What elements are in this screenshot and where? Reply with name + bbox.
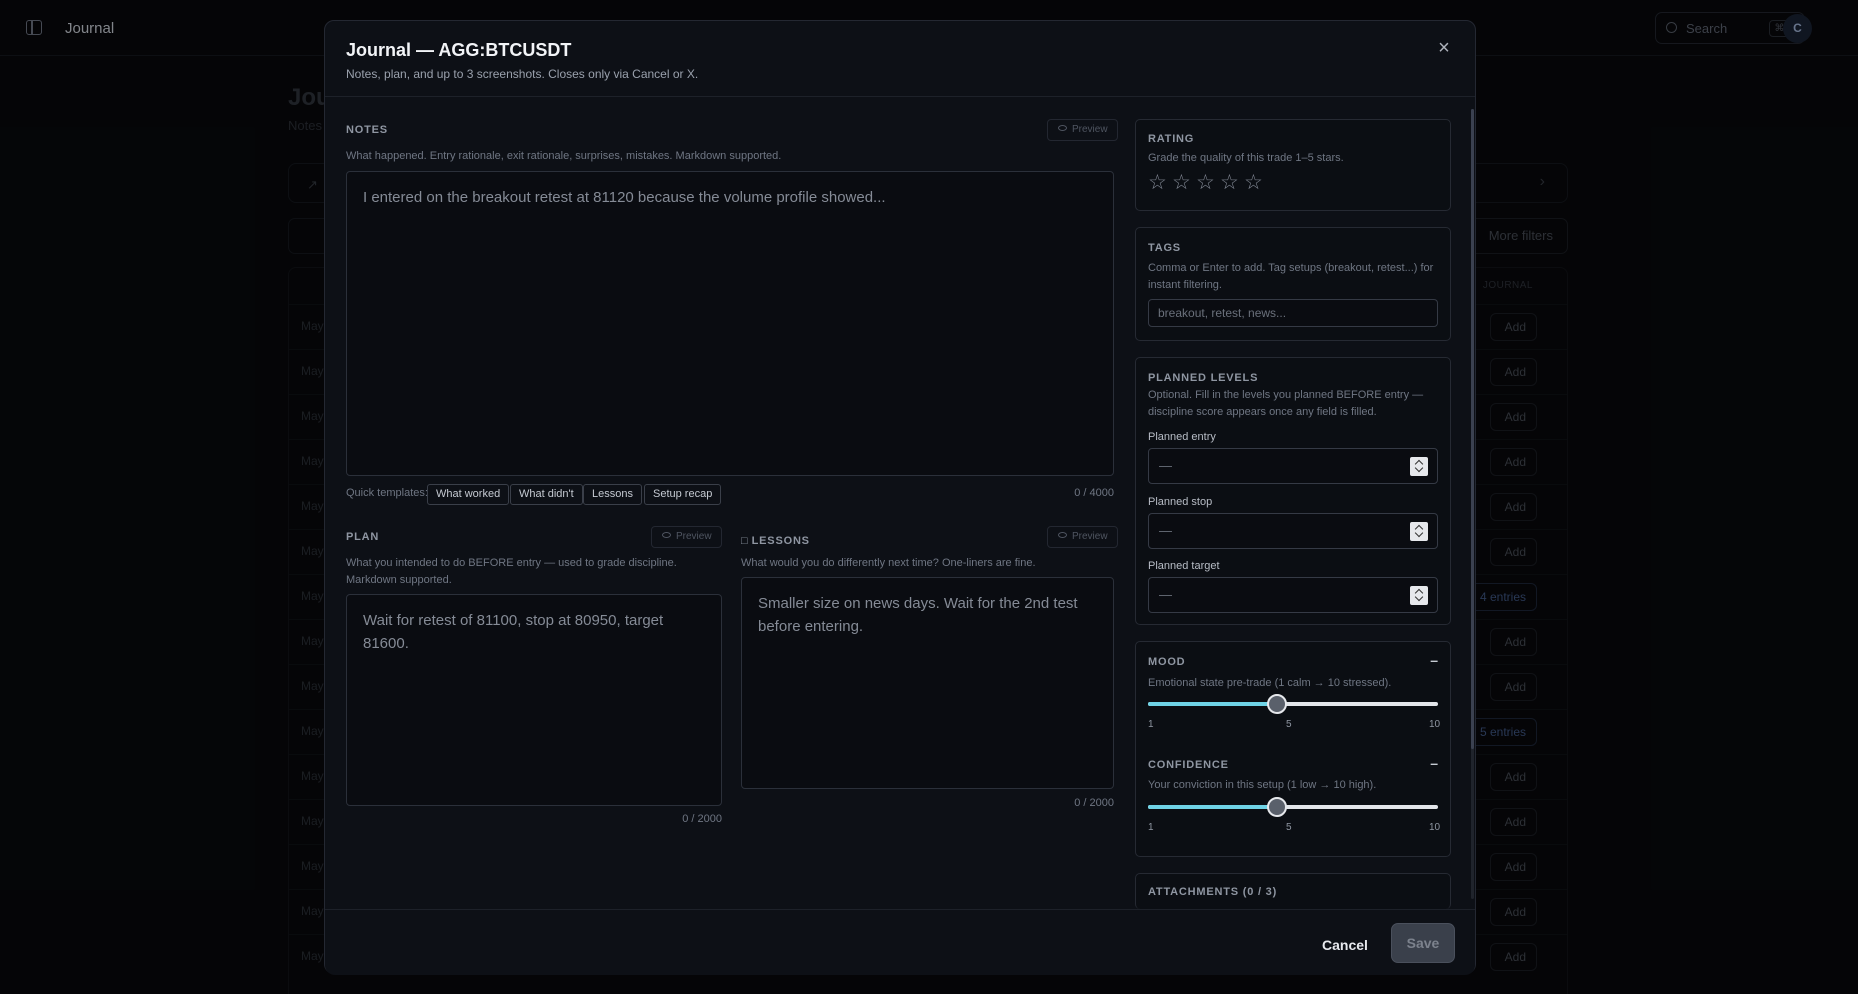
rating-label: RATING bbox=[1148, 133, 1195, 145]
quick-templates-label: Quick templates: bbox=[346, 487, 428, 499]
planned-entry-placeholder: — bbox=[1159, 458, 1172, 473]
lessons-header: □ LESSONS bbox=[741, 531, 810, 549]
tags-card: TAGS Comma or Enter to add. Tag setups (… bbox=[1135, 227, 1451, 341]
confidence-slider-fill bbox=[1148, 805, 1277, 809]
lessons-counter: 0 / 2000 bbox=[1074, 797, 1114, 809]
modal-scrollbar[interactable] bbox=[1471, 109, 1474, 899]
planned-stop-input[interactable]: — bbox=[1148, 513, 1438, 549]
plan-textarea[interactable] bbox=[346, 594, 722, 806]
tags-label: TAGS bbox=[1148, 242, 1181, 254]
tags-help: Comma or Enter to add. Tag setups (break… bbox=[1148, 262, 1434, 291]
eye-icon bbox=[662, 532, 671, 539]
planned-target-input[interactable]: — bbox=[1148, 577, 1438, 613]
mood-slider-thumb[interactable] bbox=[1266, 694, 1287, 714]
rating-help: Grade the quality of this trade 1–5 star… bbox=[1148, 152, 1344, 164]
attachments-card: ATTACHMENTS (0 / 3) bbox=[1135, 873, 1451, 909]
confidence-slider-thumb[interactable] bbox=[1266, 797, 1287, 817]
template-what-worked-button[interactable]: What worked bbox=[427, 484, 510, 505]
modal-scrollbar-thumb[interactable] bbox=[1471, 109, 1474, 749]
planned-stop-placeholder: — bbox=[1159, 523, 1172, 538]
planned-levels-label: PLANNED LEVELS bbox=[1148, 372, 1259, 384]
confidence-label: CONFIDENCE bbox=[1148, 759, 1229, 771]
notes-counter: 0 / 4000 bbox=[1074, 487, 1114, 499]
planned-levels-card: PLANNED LEVELS Optional. Fill in the lev… bbox=[1135, 357, 1451, 625]
modal-subtitle: Notes, plan, and up to 3 screenshots. Cl… bbox=[346, 67, 699, 81]
mood-slider-fill bbox=[1148, 702, 1277, 706]
notes-help: What happened. Entry rationale, exit rat… bbox=[346, 150, 782, 162]
modal-header: Journal — AGG:BTCUSDT Notes, plan, and u… bbox=[325, 21, 1475, 97]
lessons-label: LESSONS bbox=[751, 535, 810, 547]
notes-label: NOTES bbox=[346, 124, 388, 136]
tags-input[interactable] bbox=[1148, 299, 1438, 327]
close-icon[interactable]: × bbox=[1435, 38, 1453, 58]
rating-card: RATING Grade the quality of this trade 1… bbox=[1135, 119, 1451, 211]
template-lessons-button[interactable]: Lessons bbox=[583, 484, 642, 505]
modal-title: Journal — AGG:BTCUSDT bbox=[346, 40, 572, 60]
plan-counter: 0 / 2000 bbox=[682, 813, 722, 825]
mood-help: Emotional state pre-trade (1 calm → 10 s… bbox=[1148, 677, 1392, 689]
notes-textarea[interactable] bbox=[346, 171, 1114, 476]
confidence-reset-icon[interactable]: – bbox=[1430, 755, 1438, 771]
lessons-preview-button[interactable]: Preview bbox=[1047, 526, 1118, 548]
mood-label: MOOD bbox=[1148, 656, 1186, 668]
mood-tick-min: 1 bbox=[1148, 719, 1154, 730]
confidence-tick-max: 10 bbox=[1429, 822, 1441, 833]
mood-slider[interactable] bbox=[1148, 694, 1438, 714]
template-what-didnt-button[interactable]: What didn't bbox=[510, 484, 583, 505]
template-setup-recap-button[interactable]: Setup recap bbox=[644, 484, 722, 505]
planned-entry-input[interactable]: — bbox=[1148, 448, 1438, 484]
cancel-button[interactable]: Cancel bbox=[1310, 928, 1380, 962]
save-button[interactable]: Save bbox=[1391, 923, 1455, 963]
planned-stop-spinner-icon[interactable] bbox=[1410, 522, 1428, 541]
book-icon: □ bbox=[741, 535, 748, 547]
plan-help: What you intended to do BEFORE entry — u… bbox=[346, 557, 677, 586]
journal-modal: Journal — AGG:BTCUSDT Notes, plan, and u… bbox=[324, 20, 1476, 975]
planned-entry-spinner-icon[interactable] bbox=[1410, 457, 1428, 476]
planned-stop-label: Planned stop bbox=[1148, 496, 1213, 508]
attachments-label: ATTACHMENTS (0 / 3) bbox=[1148, 886, 1278, 898]
planned-levels-help: Optional. Fill in the levels you planned… bbox=[1148, 389, 1424, 418]
modal-footer: Cancel Save bbox=[325, 909, 1475, 975]
notes-preview-button[interactable]: Preview bbox=[1047, 119, 1118, 141]
mood-tick-max: 10 bbox=[1429, 719, 1441, 730]
rating-star-3-icon[interactable]: ☆ bbox=[1196, 172, 1215, 193]
eye-icon bbox=[1058, 532, 1067, 539]
mood-reset-icon[interactable]: – bbox=[1430, 652, 1438, 668]
confidence-tick-mid: 5 bbox=[1286, 822, 1292, 833]
planned-target-placeholder: — bbox=[1159, 587, 1172, 602]
confidence-slider[interactable] bbox=[1148, 797, 1438, 817]
plan-label: PLAN bbox=[346, 531, 380, 543]
mood-confidence-card: MOOD – Emotional state pre-trade (1 calm… bbox=[1135, 641, 1451, 857]
planned-target-label: Planned target bbox=[1148, 560, 1220, 572]
lessons-help: What would you do differently next time?… bbox=[741, 557, 1036, 569]
eye-icon bbox=[1058, 125, 1067, 132]
rating-star-1-icon[interactable]: ☆ bbox=[1148, 172, 1167, 193]
rating-star-5-icon[interactable]: ☆ bbox=[1244, 172, 1263, 193]
planned-entry-label: Planned entry bbox=[1148, 431, 1216, 443]
rating-star-4-icon[interactable]: ☆ bbox=[1220, 172, 1239, 193]
rating-star-2-icon[interactable]: ☆ bbox=[1172, 172, 1191, 193]
plan-preview-button[interactable]: Preview bbox=[651, 526, 722, 548]
planned-target-spinner-icon[interactable] bbox=[1410, 586, 1428, 605]
confidence-help: Your conviction in this setup (1 low → 1… bbox=[1148, 779, 1377, 791]
lessons-textarea[interactable] bbox=[741, 577, 1114, 789]
confidence-tick-min: 1 bbox=[1148, 822, 1154, 833]
mood-tick-mid: 5 bbox=[1286, 719, 1292, 730]
